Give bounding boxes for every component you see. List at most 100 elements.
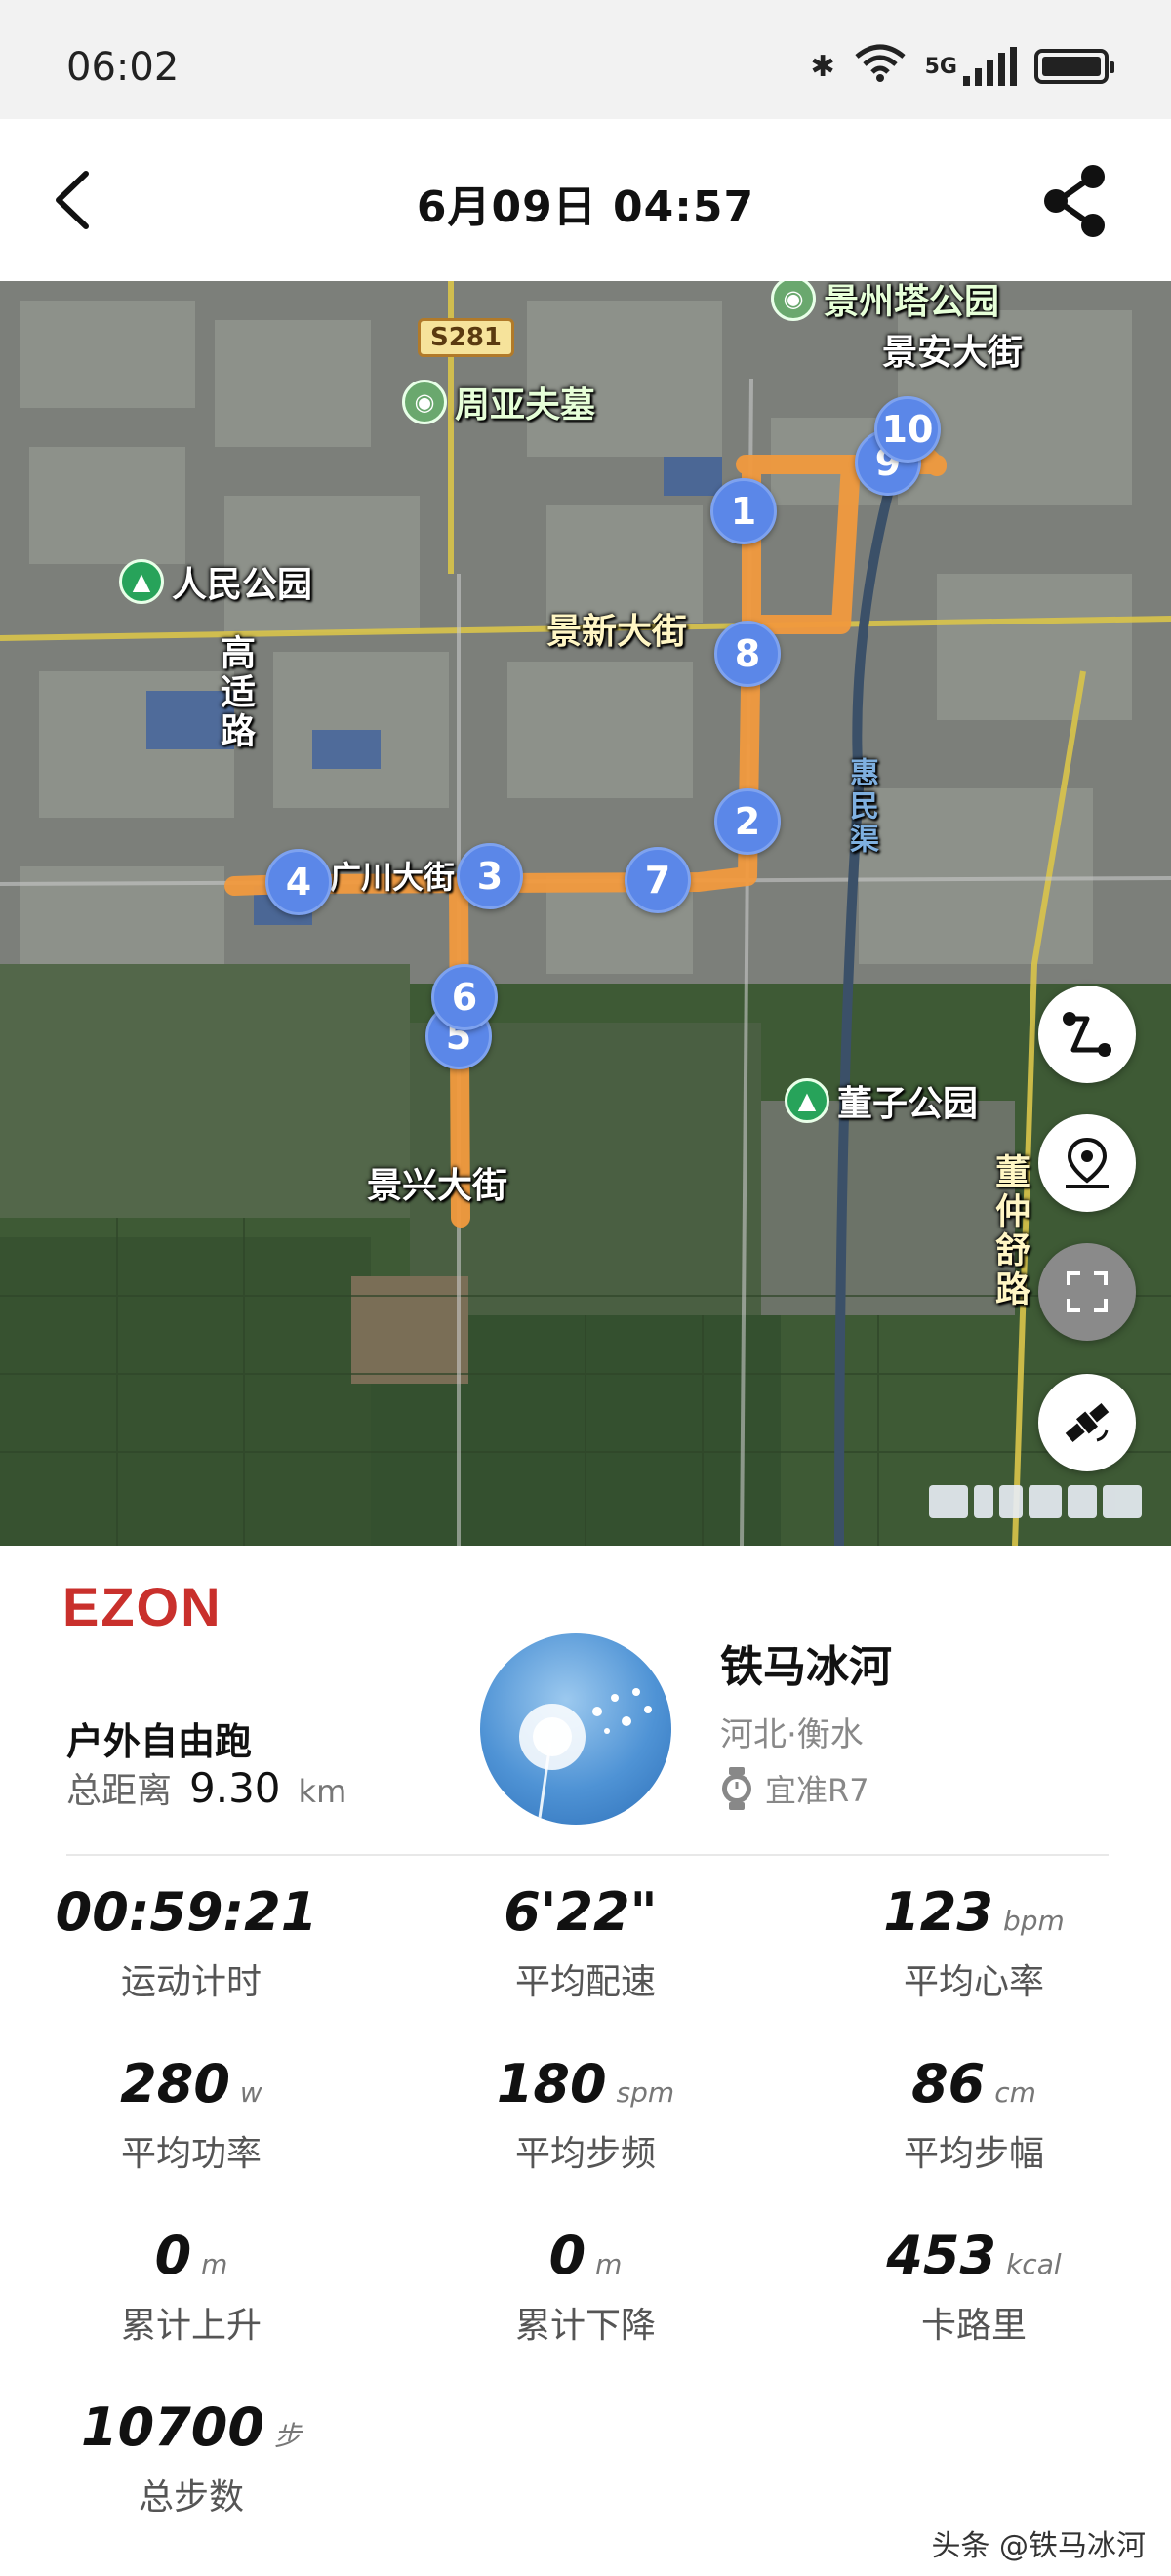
stat-power: 280 w 平均功率 <box>45 2053 338 2176</box>
poi-renmin-park[interactable]: ▲ 人民公园 <box>119 556 312 607</box>
route-marker[interactable]: 6 <box>431 964 498 1030</box>
stat-value: 453 <box>886 2225 997 2286</box>
tree-icon: ▲ <box>119 559 164 604</box>
user-name: 铁马冰河 <box>720 1642 892 1692</box>
status-icons: ✱ 5G <box>810 43 1114 90</box>
route-marker[interactable]: 7 <box>625 847 691 913</box>
network-type-label: 5G <box>924 54 957 79</box>
locate-button[interactable] <box>1038 1114 1136 1212</box>
street-label: 景新大街 <box>546 612 688 652</box>
stat-label: 累计上升 <box>120 2306 262 2346</box>
page-title: 6月09日 04:57 <box>416 182 755 232</box>
stat-unit: kcal <box>1006 2248 1062 2280</box>
poi-dongzi-park[interactable]: ▲ 董子公园 <box>785 1075 978 1126</box>
workout-summary: EZON 户外自由跑 总距离 9.30 km 铁马冰河 河北·衡水 宜准R7 0… <box>0 1546 1171 2576</box>
camera-icon: ◉ <box>771 281 816 321</box>
poi-zhouyafu-tomb[interactable]: ◉ 周亚夫墓 <box>402 377 595 427</box>
route-replay-button[interactable] <box>1038 986 1136 1083</box>
stat-value: 0 <box>548 2225 586 2286</box>
route-marker[interactable]: 1 <box>710 478 777 544</box>
stat-unit: m <box>595 2248 623 2280</box>
route-map[interactable]: S281 ◉ 景州塔公园 ◉ 周亚夫墓 ▲ 人民公园 ▲ 董子公园 景安大街 景… <box>0 281 1171 1546</box>
user-location: 河北·衡水 <box>720 1715 864 1754</box>
stat-unit: m <box>201 2248 228 2280</box>
stat-pace: 6'22" 平均配速 <box>439 1881 732 2004</box>
device-name: 宜准R7 <box>765 1772 869 1809</box>
dandelion-image <box>519 1688 652 1825</box>
divider <box>66 1854 1109 1856</box>
stat-label: 平均步幅 <box>903 2134 1044 2174</box>
sport-type: 户外自由跑 <box>66 1720 253 1763</box>
distance-label: 总距离 <box>66 1771 173 1811</box>
street-label: 高适路 <box>215 634 255 751</box>
poi-label: 周亚夫墓 <box>455 385 596 425</box>
stat-ascent: 0m 累计上升 <box>45 2225 338 2348</box>
stat-label: 平均配速 <box>514 1962 656 2002</box>
map-scale-bar <box>929 1475 1144 1528</box>
stat-value: 00:59:21 <box>55 1881 318 1943</box>
header-bar: 6月09日 04:57 <box>0 119 1171 281</box>
wifi-icon <box>853 43 908 90</box>
satellite-button[interactable] <box>1038 1374 1136 1471</box>
poi-label: 人民公园 <box>172 565 313 605</box>
stat-label: 累计下降 <box>514 2306 656 2346</box>
stat-calories: 453 kcal 卡路里 <box>828 2225 1120 2348</box>
stat-unit: 步 <box>273 2420 302 2452</box>
location-pin-icon <box>1066 1137 1109 1188</box>
street-label: 景安大街 <box>882 333 1024 373</box>
stat-descent: 0m 累计下降 <box>439 2225 732 2348</box>
satellite-icon <box>1065 1402 1110 1443</box>
stat-label: 平均步频 <box>514 2134 656 2174</box>
share-icon[interactable] <box>1036 162 1114 240</box>
stat-cadence: 180 spm 平均步频 <box>439 2053 732 2176</box>
stat-label: 卡路里 <box>920 2306 1027 2346</box>
status-bar: 06:02 ✱ 5G <box>0 0 1171 119</box>
stat-duration: 00:59:21 运动计时 <box>45 1881 338 2004</box>
route-marker[interactable]: 3 <box>457 843 523 909</box>
street-label: 广川大街 <box>330 859 456 896</box>
watch-icon <box>722 1767 751 1810</box>
stat-unit: cm <box>994 2076 1036 2109</box>
device-row: 宜准R7 <box>720 1766 869 1811</box>
stat-label: 运动计时 <box>120 1962 262 2002</box>
stat-value: 10700 <box>81 2396 264 2458</box>
satellite-map-background <box>0 281 1171 1546</box>
watermark-credit: 头条 @铁马冰河 <box>931 2529 1146 2563</box>
street-label: 惠民渠 <box>844 757 878 857</box>
road-badge: S281 <box>418 318 514 357</box>
stat-value: 123 <box>883 1881 993 1943</box>
street-label: 景兴大街 <box>367 1166 508 1206</box>
avatar[interactable] <box>480 1633 671 1825</box>
route-marker[interactable]: 8 <box>714 621 781 687</box>
stat-value: 86 <box>911 2053 986 2114</box>
poi-label: 景州塔公园 <box>824 282 1000 322</box>
distance-row: 总距离 9.30 km <box>66 1762 346 1813</box>
stat-label: 平均心率 <box>903 1962 1044 2002</box>
street-label: 董仲舒路 <box>989 1153 1030 1309</box>
expand-icon <box>1067 1271 1108 1312</box>
bluetooth-icon: ✱ <box>810 49 835 84</box>
camera-icon: ◉ <box>402 380 447 424</box>
battery-icon <box>1034 49 1114 84</box>
stat-label: 总步数 <box>138 2477 244 2517</box>
stat-steps: 10700 步 总步数 <box>45 2396 338 2519</box>
route-marker[interactable]: 2 <box>714 788 781 855</box>
stat-value: 0 <box>154 2225 192 2286</box>
fullscreen-button[interactable] <box>1038 1243 1136 1341</box>
status-time: 06:02 <box>66 45 180 90</box>
stat-value: 6'22" <box>504 1881 658 1943</box>
route-marker[interactable]: 4 <box>265 849 332 915</box>
stat-value: 180 <box>496 2053 607 2114</box>
stat-unit: w <box>239 2076 262 2109</box>
poi-jingzhouta-park[interactable]: ◉ 景州塔公园 <box>771 281 999 324</box>
stat-unit: bpm <box>1002 1905 1065 1937</box>
distance-value: 9.30 <box>189 1764 281 1812</box>
distance-unit: km <box>298 1773 347 1810</box>
route-icon <box>1063 1012 1111 1057</box>
stat-label: 平均功率 <box>120 2134 262 2174</box>
stat-stride: 86 cm 平均步幅 <box>828 2053 1120 2176</box>
stat-value: 280 <box>120 2053 230 2114</box>
signal-strength-icon <box>963 47 1017 86</box>
tree-icon: ▲ <box>785 1078 829 1123</box>
route-marker[interactable]: 10 <box>874 396 941 463</box>
